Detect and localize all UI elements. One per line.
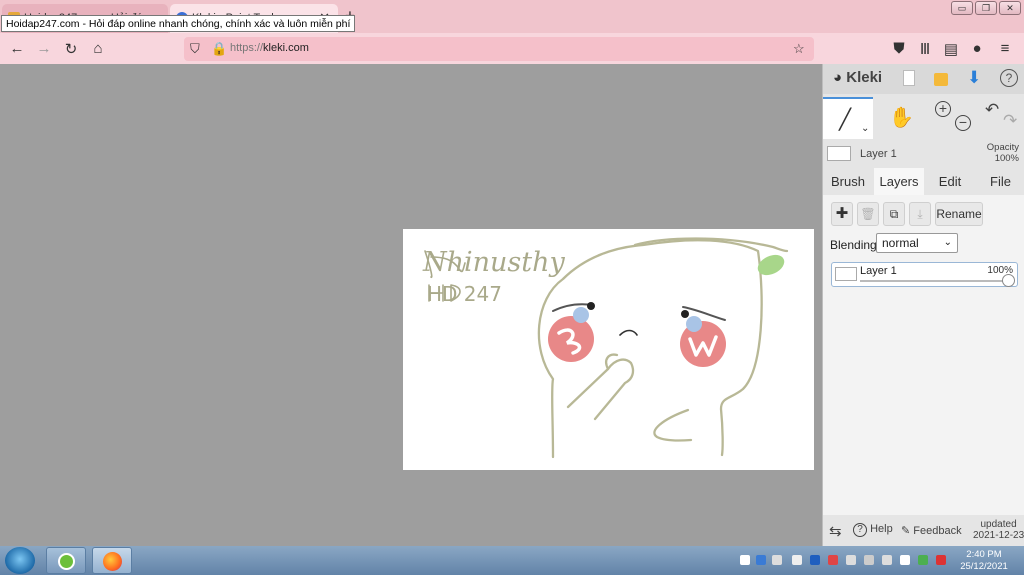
panel-bottom-bar: ⇆ ? Help ✎ Feedback updated 2021-12-23 [823, 515, 1024, 546]
duplicate-layer-button[interactable]: ⧉ [883, 202, 905, 226]
hand-tool-button[interactable]: ✋ [875, 97, 925, 139]
taskbar-app-coccoc[interactable] [46, 547, 86, 574]
sidebar-icon[interactable]: ▤ [942, 40, 960, 58]
reload-icon[interactable]: ↻ [62, 40, 80, 58]
start-button[interactable] [5, 547, 35, 574]
chevron-down-icon: ⌄ [943, 237, 952, 248]
pocket-icon[interactable]: ⛊ [890, 40, 908, 57]
tray-volume-icon[interactable] [882, 555, 892, 565]
tray-signal-icon[interactable] [864, 555, 874, 565]
restore-button[interactable]: ❐ [975, 1, 997, 15]
firefox-icon [103, 552, 122, 571]
panel-tabs: Brush Layers Edit File [823, 168, 1024, 195]
minimize-button[interactable]: ▭ [951, 1, 973, 15]
layers-tab-content: ✚ 🗑 ⧉ ⤓ Rename Blending normal ⌄ Layer 1… [823, 195, 1024, 515]
tab-bar: Hoidap247.com - Hỏi đáp online nhanh chó… [0, 0, 1024, 33]
tool-row: ╱ ⌄ ✋ + − ↶ ↷ [823, 97, 1024, 139]
help-button[interactable]: ? Help [853, 523, 893, 537]
swap-sides-icon[interactable]: ⇆ [829, 522, 842, 540]
tab-file[interactable]: File [976, 168, 1024, 195]
tray-flag-icon[interactable] [900, 555, 910, 565]
hand-icon: ✋ [889, 107, 914, 129]
pencil-icon: ✎ [901, 525, 911, 537]
chevron-down-icon[interactable]: ⌄ [861, 123, 869, 134]
close-window-button[interactable]: ✕ [999, 1, 1021, 15]
tray-network-icon[interactable] [772, 555, 782, 565]
tray-vpn-icon[interactable] [756, 555, 766, 565]
shield-icon[interactable]: ⛉ [190, 41, 200, 57]
layer-list-item[interactable]: Layer 1 100% [831, 262, 1018, 287]
layer-opacity-slider[interactable] [860, 280, 1010, 282]
drawing-artwork: Nhinusthy HD 247 [422, 237, 789, 459]
url-bar[interactable]: ⛉ 🔒 https://kleki.com ☆ [184, 37, 814, 61]
layer-name: Layer 1 [860, 265, 897, 277]
layer-thumbnail [827, 146, 851, 161]
drawing-canvas[interactable]: Nhinusthy HD 247 [403, 229, 814, 470]
kleki-header: ◕ Kleki ⬇ ? [823, 64, 1024, 94]
drawing-text-hd247: HD 247 [427, 282, 502, 306]
redo-icon[interactable]: ↷ [1003, 111, 1017, 131]
navigation-bar: ← → ↻ ⌂ ⛉ 🔒 https://kleki.com ☆ ⛊ Ⅲ ▤ ● … [0, 33, 1024, 64]
tray-app-icon[interactable] [918, 555, 928, 565]
tab-brush[interactable]: Brush [823, 168, 873, 195]
rename-layer-button[interactable]: Rename [935, 202, 983, 226]
taskbar-clock[interactable]: 2:40 PM 25/12/2021 [958, 549, 1010, 573]
blending-label: Blending [830, 238, 877, 252]
current-layer-name: Layer 1 [860, 148, 897, 160]
help-circle-icon: ? [853, 523, 867, 537]
bookmark-star-icon[interactable]: ☆ [793, 41, 805, 57]
layer-thumbnail [835, 267, 857, 281]
back-icon[interactable]: ← [8, 40, 26, 57]
brush-tool-button[interactable]: ╱ ⌄ [823, 97, 873, 139]
menu-icon[interactable]: ≡ [996, 40, 1014, 57]
tray-bluetooth-icon[interactable] [810, 555, 820, 565]
taskbar-app-firefox[interactable] [92, 547, 132, 574]
feedback-button[interactable]: ✎ Feedback [901, 524, 962, 537]
kleki-logo[interactable]: ◕ Kleki [833, 69, 882, 86]
account-icon[interactable]: ● [968, 40, 986, 57]
new-image-icon[interactable] [903, 70, 915, 86]
tray-keyboard-icon[interactable] [792, 555, 802, 565]
add-layer-button[interactable]: ✚ [831, 202, 853, 226]
help-circle-icon[interactable]: ? [1000, 69, 1018, 87]
zoom-controls: + − [927, 97, 977, 139]
coccoc-icon [58, 553, 75, 570]
tab-edit[interactable]: Edit [925, 168, 975, 195]
merge-down-button[interactable]: ⤓ [909, 202, 931, 226]
drawing-text-name: Nhinusthy [422, 247, 566, 278]
updated-info: updated 2021-12-23 [973, 519, 1024, 541]
tab-layers[interactable]: Layers [874, 168, 924, 195]
tray-antivirus-icon[interactable] [936, 555, 946, 565]
tray-security-icon[interactable] [828, 555, 838, 565]
download-icon[interactable]: ⬇ [967, 68, 981, 88]
tab-tooltip: Hoidap247.com - Hỏi đáp online nhanh chó… [1, 15, 356, 32]
undo-icon[interactable]: ↶ [985, 100, 999, 120]
brush-icon: ╱ [839, 109, 852, 131]
kleki-logo-icon: ◕ [833, 69, 843, 86]
home-icon[interactable]: ⌂ [89, 40, 107, 57]
opacity-readout: Opacity 100% [986, 142, 1019, 164]
lock-icon[interactable]: 🔒 [211, 41, 227, 57]
forward-icon[interactable]: → [35, 40, 53, 57]
delete-layer-button[interactable]: 🗑 [857, 202, 879, 226]
history-controls: ↶ ↷ [979, 97, 1024, 139]
blending-select[interactable]: normal ⌄ [876, 233, 958, 253]
tray-language-icon[interactable] [740, 555, 750, 565]
url-text[interactable]: https://kleki.com [230, 42, 309, 54]
zoom-out-icon[interactable]: − [955, 115, 971, 131]
tray-battery-icon[interactable] [846, 555, 856, 565]
current-layer-row[interactable]: Layer 1 Opacity 100% [823, 140, 1024, 168]
zoom-in-icon[interactable]: + [935, 101, 951, 117]
canvas-workspace[interactable]: Nhinusthy HD 247 [0, 64, 822, 546]
taskbar: 2:40 PM 25/12/2021 [0, 546, 1024, 575]
library-icon[interactable]: Ⅲ [916, 40, 934, 58]
opacity-slider-handle[interactable] [1002, 274, 1015, 287]
import-image-icon[interactable] [934, 73, 948, 86]
kleki-panel: ◕ Kleki ⬇ ? ╱ ⌄ ✋ + − ↶ ↷ Layer 1 Opacit… [822, 64, 1024, 546]
